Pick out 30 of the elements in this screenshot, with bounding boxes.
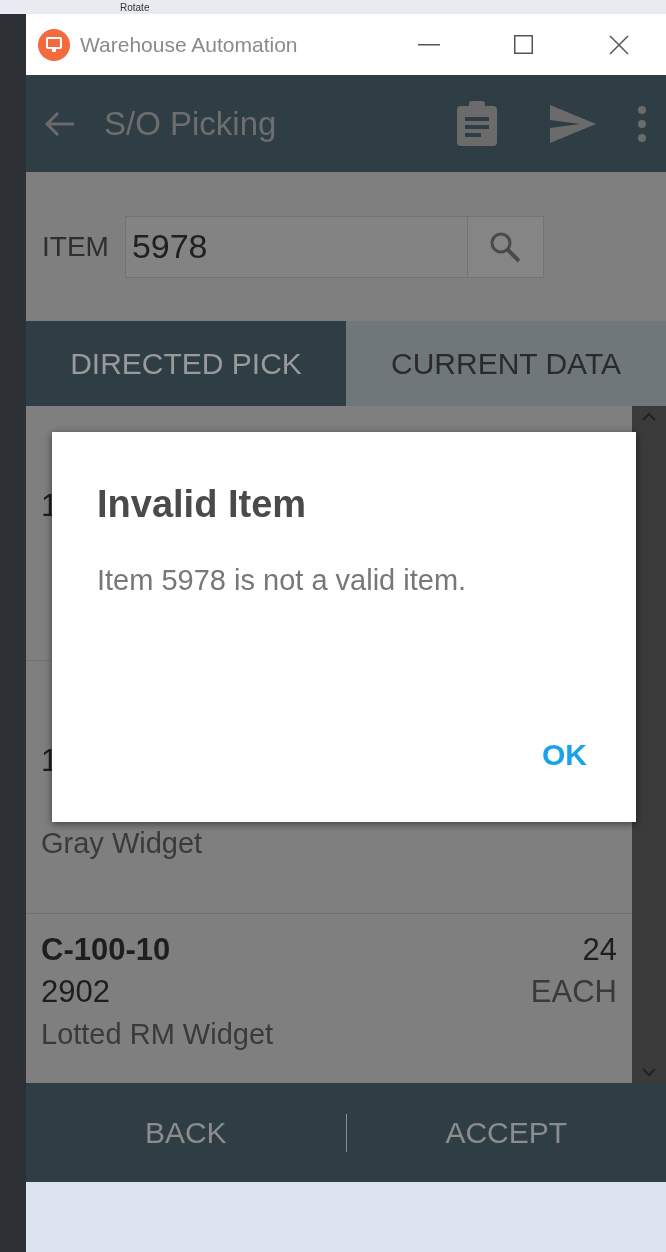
- window-title: Warehouse Automation: [80, 31, 298, 58]
- unit: EACH: [530, 974, 617, 1010]
- search-button[interactable]: [467, 215, 544, 278]
- toolbar-label[interactable]: Rotate: [120, 2, 150, 14]
- back-arrow-icon[interactable]: [44, 109, 76, 138]
- item-number: C-100-10: [41, 932, 171, 968]
- screen-title: S/O Picking: [104, 103, 277, 144]
- close-icon[interactable]: [609, 34, 629, 55]
- ok-button[interactable]: OK: [538, 732, 591, 777]
- search-icon: [489, 230, 522, 263]
- location: 2902: [41, 974, 110, 1010]
- app-icon: [38, 28, 70, 61]
- footer-button[interactable]: ACCEPT: [346, 1083, 666, 1182]
- description: Lotted RM Widget: [41, 1017, 274, 1052]
- minimize-icon[interactable]: [418, 43, 440, 46]
- quantity: 24: [582, 932, 617, 968]
- tab[interactable]: CURRENT DATA: [346, 321, 666, 406]
- maximize-icon[interactable]: [514, 35, 533, 54]
- footer-button[interactable]: BACK: [26, 1083, 346, 1182]
- tab[interactable]: DIRECTED PICK: [26, 321, 346, 406]
- clipboard-icon[interactable]: [456, 100, 498, 147]
- dialog-title: Invalid Item: [97, 482, 308, 527]
- item-field[interactable]: 5978: [124, 215, 468, 278]
- description: Gray Widget: [41, 826, 203, 861]
- scroll-down-icon[interactable]: [641, 1067, 657, 1077]
- more-vertical-icon[interactable]: [638, 105, 646, 142]
- scroll-up-icon[interactable]: [641, 412, 657, 422]
- item-label: ITEM: [42, 229, 109, 264]
- dialog-message: Item 5978 is not a valid item.: [97, 563, 468, 598]
- send-icon[interactable]: [550, 104, 596, 143]
